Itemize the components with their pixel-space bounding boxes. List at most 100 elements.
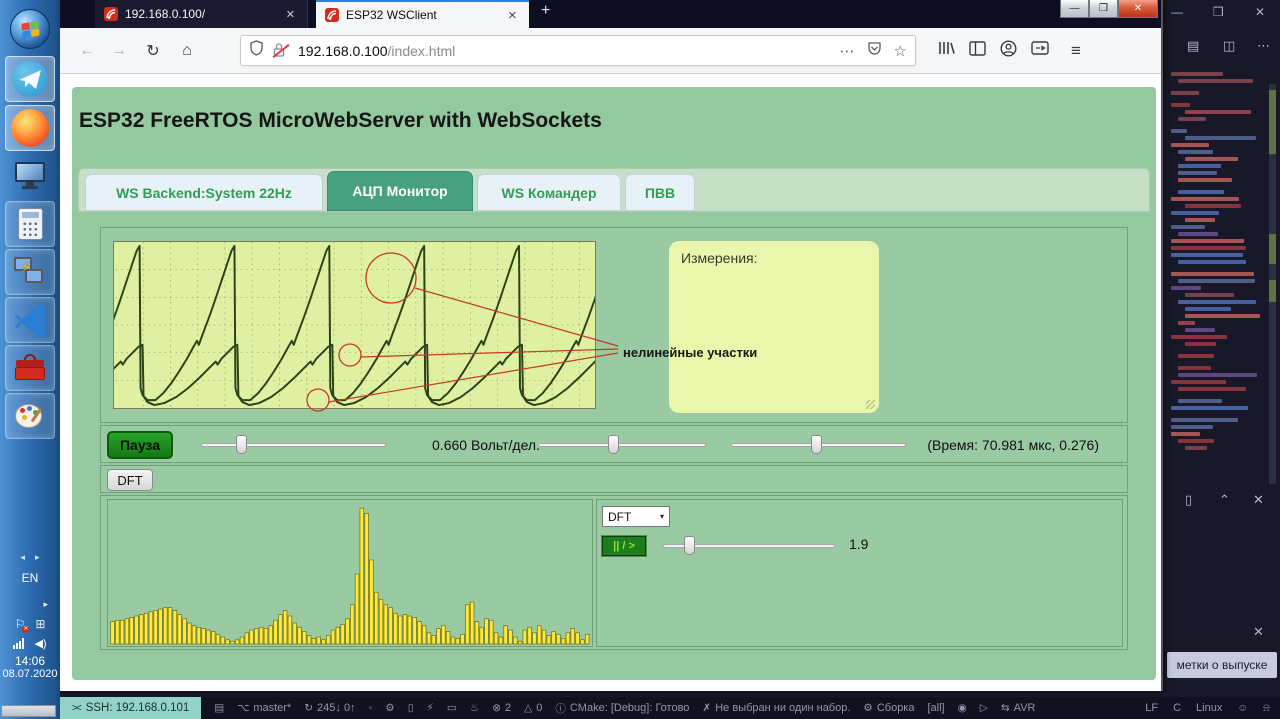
statusbar-item-icon16[interactable]: ▷ [980,702,988,714]
start-button[interactable] [5,6,55,52]
release-notes-button[interactable]: метки о выпуске [1167,652,1277,678]
statusbar-item-[interactable]: ✗ Не выбран ни один набор. [702,702,850,714]
close-button[interactable]: ✕ [1118,0,1158,18]
taskbar-item-paint[interactable] [5,393,55,439]
vscode-close-button[interactable]: ✕ [1255,5,1265,19]
statusbar-right-c[interactable]: C [1173,702,1181,714]
back-button[interactable]: ← [72,36,102,66]
slider-thumb[interactable] [235,435,247,454]
vscode-more-actions-icon[interactable]: ⋯ [1257,38,1270,54]
windows-start-icon [10,9,50,49]
statusbar-right-linux[interactable]: Linux [1196,702,1222,714]
statusbar-item-icon6[interactable]: ⚡ [427,702,434,714]
pocket-icon[interactable] [867,41,882,60]
site-tab-3[interactable]: WS Командер [477,174,621,211]
volts-per-div-slider[interactable] [201,435,386,454]
statusbar-item-cmake[interactable]: ⓘ CMake: [Debug]: Готово [555,701,689,716]
language-indicator[interactable]: EN [0,571,60,585]
play-pause-button[interactable]: || / > [602,536,646,556]
trash-icon[interactable]: ▯ [1185,492,1192,508]
statusbar-item-all[interactable]: [all] [927,702,944,714]
site-tab-1[interactable]: WS Backend:System 22Hz [85,174,323,211]
taskbar-item-calculator[interactable] [5,201,55,247]
remote-ssh-indicator[interactable]: >< SSH: 192.168.0.101 [60,697,202,719]
vscode-split-editor-icon[interactable]: ◫ [1223,38,1235,54]
show-hidden-icons[interactable]: ▸ [0,599,60,610]
tray-scroll-left-icon[interactable]: ◂ [20,552,25,563]
dft-scale-slider[interactable] [663,536,835,555]
statusbar-item-icon5[interactable]: ▯ [408,702,414,714]
date[interactable]: 08.07.2020 [0,668,60,681]
site-tab-4[interactable]: ПВВ [625,174,695,211]
vscode-minimize-button[interactable]: — [1171,5,1183,19]
taskbar-item-telegram[interactable] [5,56,55,102]
minimize-button[interactable]: — [1060,0,1089,18]
action-center-flag-icon[interactable]: ⚐ ✕ [15,617,30,633]
statusbar-item-icon15[interactable]: ◉ [958,702,967,714]
statusbar-item-icon8[interactable]: ♨ [470,702,479,714]
vscode-file-icon[interactable]: ▤ [1187,38,1199,54]
taskbar-item-toolbox[interactable] [5,345,55,391]
dft-section: DFT ▾ || / > 1.9 [100,495,1128,650]
page-actions-icon[interactable]: ⋯ [840,42,855,60]
network-signal-icon[interactable] [13,637,25,649]
shield-icon[interactable] [249,40,264,61]
account-icon[interactable] [1000,39,1017,62]
vscode-maximize-button[interactable]: ❒ [1213,5,1224,19]
menu-hamburger-icon[interactable]: ≡ [1071,41,1081,61]
taskbar-item-display[interactable] [5,153,55,199]
statusbar-item-[interactable]: ⚙ Сборка [863,702,914,714]
statusbar-item-avr[interactable]: ⇆ AVR [1001,702,1036,714]
timebase-slider[interactable] [731,435,906,454]
tab-close-icon[interactable]: ✕ [505,9,520,22]
taskbar-item-firefox[interactable] [5,105,55,151]
statusbar-right-icon3[interactable]: ☺ [1237,702,1248,714]
statusbar-right-lf[interactable]: LF [1145,702,1158,714]
windows-update-icon[interactable]: ⊞ [35,617,45,631]
statusbar-item-245[interactable]: ↻ 245↓ 0↑ [304,702,355,714]
sidebar-icon[interactable] [969,40,986,61]
taskbar-item-remote-desktop[interactable]: ⚡ [5,249,55,295]
bookmark-star-icon[interactable]: ☆ [894,42,907,60]
close-panel-icon[interactable]: ✕ [1253,492,1264,508]
pause-button[interactable]: Пауза [107,431,173,459]
statusbar-item-icon4[interactable]: ⚙ [385,702,394,714]
slider-thumb[interactable] [810,435,822,454]
browser-tab[interactable]: 192.168.0.100/ ✕ [95,0,308,28]
tab-close-icon[interactable]: ✕ [283,8,298,21]
tray-scroll-right-icon[interactable]: ▸ [35,552,40,563]
slider-thumb[interactable] [683,536,695,555]
browser-tab-active[interactable]: ESP32 WSClient ✕ [316,0,529,28]
dft-controls-panel: DFT ▾ || / > 1.9 [596,499,1123,647]
statusbar-item-icon3[interactable]: ◦ [369,702,373,714]
vscode-scrollbar[interactable] [1269,84,1276,484]
dft-mode-select[interactable]: DFT ▾ [602,506,670,527]
taskbar-item-vscode[interactable] [5,297,55,343]
insecure-lock-icon[interactable] [272,42,290,60]
maximize-button[interactable]: ❒ [1089,0,1118,18]
offset-slider[interactable] [538,435,706,454]
statusbar-item-icon7[interactable]: ▭ [447,702,457,714]
forward-button[interactable]: → [104,36,134,66]
statusbar-right-icon4[interactable]: ⍾ [1263,702,1270,715]
close-notification-icon[interactable]: ✕ [1253,624,1264,640]
statusbar-item-master[interactable]: ⌥ master* [237,702,291,714]
site-tab-2[interactable]: АЦП Монитор [327,171,473,211]
statusbar-item-icon0[interactable]: ▤ [214,702,224,714]
volume-icon[interactable]: ◀) [34,637,46,650]
clock[interactable]: 14:06 [0,654,60,668]
slider-thumb[interactable] [608,435,620,454]
dft-toggle-button[interactable]: DFT [107,469,153,491]
chevron-up-icon[interactable]: ⌃ [1219,492,1230,508]
extension-icon[interactable] [1031,41,1049,60]
statusbar-label: Не выбран ни один набор. [715,702,851,714]
reload-button[interactable]: ↻ [138,36,168,66]
url-bar[interactable]: 192.168.0.100/index.html ⋯ ☆ [240,35,916,66]
statusbar-item-2[interactable]: ⊗ 2 [492,702,511,714]
home-button[interactable]: ⌂ [172,36,202,66]
statusbar-item-0[interactable]: △ 0 [524,702,542,714]
new-tab-button[interactable]: + [529,0,562,28]
measurements-textarea[interactable]: Измерения: [669,241,879,413]
library-icon[interactable] [938,40,955,61]
resize-grip-icon[interactable] [866,400,875,409]
